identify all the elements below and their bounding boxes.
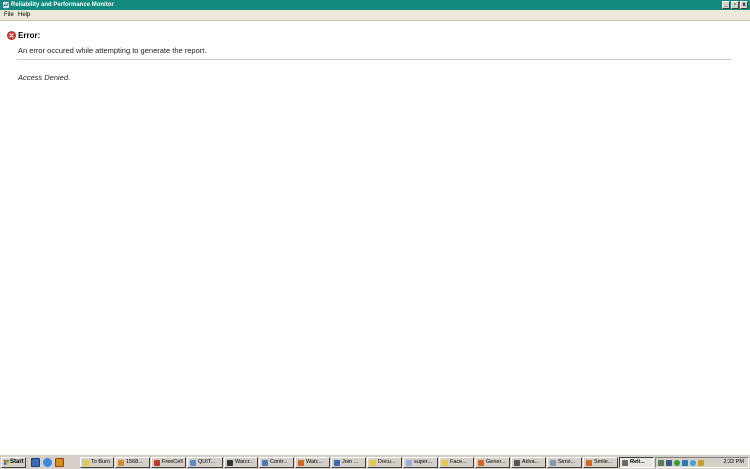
taskbar-button-label: FreeCell (162, 459, 183, 465)
game-icon (227, 460, 233, 466)
taskbar-button-label: Gener... (486, 459, 506, 465)
report-pane: Error: An error occured while attempting… (0, 21, 750, 454)
taskbar-button-label: Contr... (270, 459, 288, 465)
taskbar-button-label: Face... (450, 459, 467, 465)
taskbar-button-label: Reli... (630, 459, 645, 465)
network-icon[interactable] (666, 460, 672, 466)
maximize-button[interactable]: ▫ (731, 1, 739, 9)
internet-explorer-icon[interactable] (43, 458, 52, 467)
taskbar-button[interactable]: super... (403, 457, 438, 468)
taskbar-button[interactable]: Contr... (259, 457, 294, 468)
cards-icon (154, 460, 160, 466)
taskbar: Start To Burn 1568... FreeCell QUIT... Warcr… (0, 454, 750, 469)
app-icon (118, 460, 124, 466)
control-panel-icon (262, 460, 268, 466)
taskbar-button-label: 1568... (126, 459, 143, 465)
services-icon (550, 460, 556, 466)
taskbar-button[interactable]: Watc... (295, 457, 330, 468)
taskbar-button[interactable]: FreeCell (151, 457, 186, 468)
document-icon (406, 460, 412, 466)
update-icon[interactable] (682, 460, 688, 466)
taskbar-button[interactable]: Warcr... (224, 457, 258, 468)
taskbar-button-label: super... (414, 459, 433, 465)
folder-icon (83, 460, 89, 466)
firefox-icon (478, 460, 484, 466)
taskbar-button-label: Servi... (558, 459, 576, 465)
speaker-icon[interactable] (658, 460, 664, 466)
settings-icon (514, 460, 520, 466)
menu-file[interactable]: File (2, 10, 16, 20)
monitor-icon (622, 460, 628, 466)
taskbar-button[interactable]: 1568... (115, 457, 150, 468)
taskbar-button[interactable]: Docu... (367, 457, 402, 468)
window-icon (334, 460, 340, 466)
show-desktop-icon[interactable] (31, 458, 40, 467)
close-button[interactable]: x (740, 1, 748, 9)
title-bar[interactable]: Reliability and Performance Monitor _ ▫ … (0, 0, 750, 10)
taskbar-button[interactable]: Reli... (619, 457, 654, 468)
error-detail: Access Denied. (18, 73, 71, 82)
taskbar-button[interactable]: Join ... (331, 457, 366, 468)
performance-monitor-icon (2, 1, 10, 9)
media-player-icon[interactable] (55, 458, 64, 467)
windows-logo-icon (4, 460, 9, 465)
shield-icon[interactable] (698, 460, 704, 466)
firefox-icon (586, 460, 592, 466)
taskbar-button[interactable]: Gener... (475, 457, 510, 468)
taskbar-button[interactable]: QUIT... (187, 457, 223, 468)
taskbar-button-label: Docu... (378, 459, 396, 465)
system-tray: 2:22 PM (655, 457, 749, 468)
start-button[interactable]: Start (1, 457, 26, 468)
divider (17, 59, 731, 60)
taskbar-button[interactable]: Face... (439, 457, 474, 468)
taskbar-button-label: QUIT... (198, 459, 216, 465)
error-x-icon (7, 31, 16, 40)
taskbar-button[interactable]: Servi... (547, 457, 582, 468)
window-title: Reliability and Performance Monitor (11, 2, 114, 8)
window-icon (190, 460, 196, 466)
firefox-icon (298, 460, 304, 466)
taskbar-button-label: Join ... (342, 459, 359, 465)
clock[interactable]: 2:22 PM (724, 458, 744, 467)
taskbar-button[interactable]: Smile... (583, 457, 618, 468)
taskbar-button-label: To Burn (91, 459, 110, 465)
start-label: Start (10, 459, 24, 465)
taskbar-button-label: Watc... (306, 459, 323, 465)
error-heading: Error: (18, 31, 41, 40)
menu-help[interactable]: Help (16, 10, 32, 20)
antivirus-icon[interactable] (674, 460, 680, 466)
menu-bar: File Help (0, 10, 750, 21)
folder-icon (442, 460, 448, 466)
error-message: An error occured while attempting to gen… (18, 46, 207, 55)
taskbar-button[interactable]: Adva... (511, 457, 546, 468)
taskbar-button-label: Smile... (594, 459, 613, 465)
minimize-button[interactable]: _ (722, 1, 730, 9)
messenger-icon[interactable] (690, 460, 696, 466)
folder-icon (370, 460, 376, 466)
taskbar-button-label: Adva... (522, 459, 540, 465)
taskbar-button-label: Warcr... (235, 459, 254, 465)
taskbar-button[interactable]: To Burn (80, 457, 114, 468)
